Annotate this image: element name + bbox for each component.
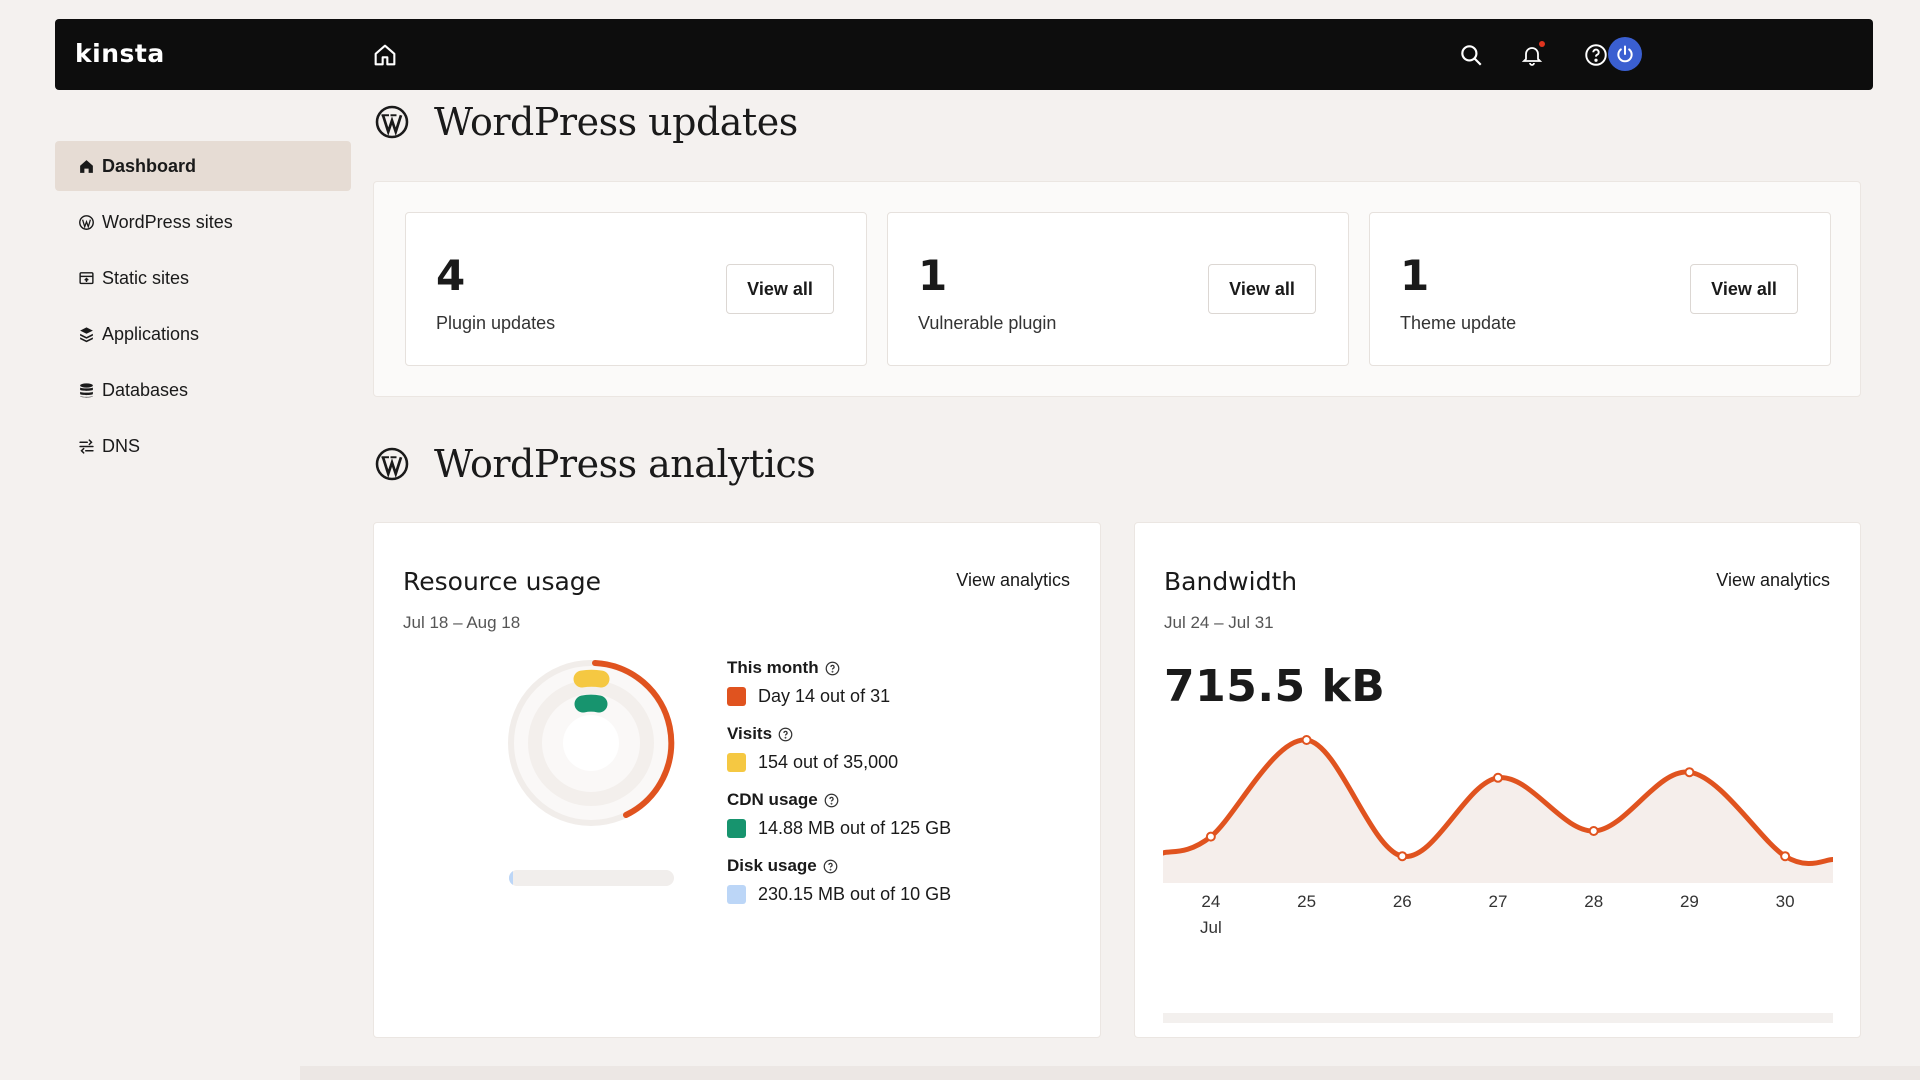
update-count: 1: [918, 251, 948, 300]
wordpress-icon: [77, 213, 95, 231]
x-tick-label: 28: [1584, 892, 1603, 911]
date-range: Jul 18 – Aug 18: [403, 613, 521, 632]
theme-update-card: 1 Theme update View all: [1369, 212, 1831, 366]
chart-scrollbar[interactable]: [1163, 1013, 1833, 1023]
cdn-usage-label: CDN usage: [727, 789, 1067, 811]
disk-usage-value: 230.15 MB out of 10 GB: [758, 883, 952, 904]
date-range: Jul 24 – Jul 31: [1164, 613, 1274, 632]
data-point[interactable]: [1684, 767, 1695, 778]
data-point[interactable]: [1493, 772, 1503, 783]
visits-label: Visits: [727, 723, 1067, 745]
disk-usage-bar: [509, 870, 674, 886]
x-axis-month-label: Jul: [1200, 918, 1222, 937]
sidebar-item-label: Dashboard: [102, 155, 197, 176]
top-navigation-bar: kinsta: [55, 19, 1873, 90]
bandwidth-line-chart: 24 25 26 27 28 29 30 Jul: [1163, 735, 1833, 1023]
info-icon[interactable]: [825, 661, 840, 676]
x-tick-label: 29: [1680, 892, 1699, 911]
disk-usage-row: 230.15 MB out of 10 GB: [727, 883, 1067, 905]
this-month-label: This month: [727, 657, 1067, 679]
update-label: Plugin updates: [436, 313, 556, 333]
data-point[interactable]: [1301, 735, 1312, 745]
database-icon: [77, 381, 95, 399]
bandwidth-card: Bandwidth View analytics Jul 24 – Jul 31…: [1134, 522, 1861, 1038]
home-icon[interactable]: [371, 41, 399, 69]
month-swatch: [727, 686, 746, 706]
sidebar-item-label: Static sites: [102, 267, 190, 288]
sidebar-item-label: Applications: [102, 323, 200, 344]
static-site-icon: [77, 269, 95, 287]
resource-usage-card: Resource usage View analytics Jul 18 – A…: [373, 522, 1101, 1038]
visits-arc: [573, 669, 610, 688]
power-icon[interactable]: [1608, 37, 1642, 71]
card-title: Resource usage: [403, 567, 602, 596]
sidebar-item-label: WordPress sites: [102, 211, 233, 232]
card-title: Bandwidth: [1164, 567, 1298, 596]
sidebar-item-wordpress-sites[interactable]: WordPress sites: [55, 197, 351, 247]
sidebar-item-dashboard[interactable]: Dashboard: [55, 141, 351, 191]
visits-value: 154 out of 35,000: [758, 751, 899, 772]
sidebar-item-label: Databases: [102, 379, 189, 400]
data-point[interactable]: [1780, 851, 1791, 862]
cdn-usage-value: 14.88 MB out of 125 GB: [758, 817, 952, 838]
x-tick-label: 27: [1489, 892, 1508, 911]
wordpress-updates-header: WordPress updates: [374, 100, 798, 144]
sidebar-item-databases[interactable]: Databases: [55, 365, 351, 415]
x-tick-label: 30: [1776, 892, 1795, 911]
bell-icon[interactable]: [1516, 39, 1548, 71]
disk-usage-label: Disk usage: [727, 855, 1067, 877]
section-title: WordPress updates: [434, 100, 798, 144]
view-all-button[interactable]: View all: [1690, 264, 1798, 314]
data-point[interactable]: [1588, 826, 1599, 836]
view-all-button[interactable]: View all: [1208, 264, 1316, 314]
x-tick-label: 26: [1393, 892, 1412, 911]
x-tick-label: 24: [1201, 892, 1220, 911]
cdn-usage-row: 14.88 MB out of 125 GB: [727, 817, 1067, 839]
section-title: WordPress analytics: [434, 442, 816, 486]
visits-swatch: [727, 752, 746, 772]
notification-dot: [1539, 41, 1545, 47]
view-analytics-link[interactable]: View analytics: [956, 570, 1070, 591]
wordpress-icon: [374, 104, 410, 140]
bandwidth-area: [1163, 739, 1833, 883]
sidebar-item-label: DNS: [102, 435, 141, 456]
updates-panel: 4 Plugin updates View all 1 Vulnerable p…: [373, 181, 1861, 397]
info-icon[interactable]: [778, 727, 793, 742]
sidebar: Dashboard WordPress sites Static sites A…: [55, 141, 351, 477]
applications-icon: [77, 325, 95, 343]
resource-legend: This month Day 14 out of 31 Visits 154 o…: [727, 657, 1067, 921]
update-count: 1: [1400, 251, 1430, 300]
house-icon: [77, 157, 95, 175]
vulnerable-plugin-card: 1 Vulnerable plugin View all: [887, 212, 1349, 366]
disk-swatch: [727, 884, 746, 904]
x-tick-label: 25: [1297, 892, 1316, 911]
info-icon[interactable]: [824, 793, 839, 808]
wordpress-analytics-header: WordPress analytics: [374, 442, 816, 486]
view-analytics-link[interactable]: View analytics: [1716, 570, 1830, 591]
visits-row: 154 out of 35,000: [727, 751, 1067, 773]
sidebar-item-static-sites[interactable]: Static sites: [55, 253, 351, 303]
this-month-value: Day 14 out of 31: [758, 685, 891, 706]
kinsta-logo[interactable]: kinsta: [75, 39, 165, 68]
dns-icon: [77, 437, 95, 455]
plugin-updates-card: 4 Plugin updates View all: [405, 212, 867, 366]
update-label: Theme update: [1400, 313, 1517, 333]
search-icon[interactable]: [1455, 39, 1487, 71]
cdn-arc: [574, 694, 608, 713]
sidebar-item-dns[interactable]: DNS: [55, 421, 351, 471]
bandwidth-total: 715.5 kB: [1164, 661, 1386, 712]
cdn-swatch: [727, 818, 746, 838]
view-all-button[interactable]: View all: [726, 264, 834, 314]
data-point[interactable]: [1397, 851, 1408, 862]
this-month-row: Day 14 out of 31: [727, 685, 1067, 707]
data-point[interactable]: [1205, 831, 1216, 842]
update-count: 4: [436, 251, 466, 300]
update-label: Vulnerable plugin: [918, 313, 1057, 333]
next-row-edge: [300, 1066, 1920, 1080]
sidebar-item-applications[interactable]: Applications: [55, 309, 351, 359]
resource-ring-chart: [508, 660, 675, 826]
info-icon[interactable]: [823, 859, 838, 874]
wordpress-icon: [374, 446, 410, 482]
